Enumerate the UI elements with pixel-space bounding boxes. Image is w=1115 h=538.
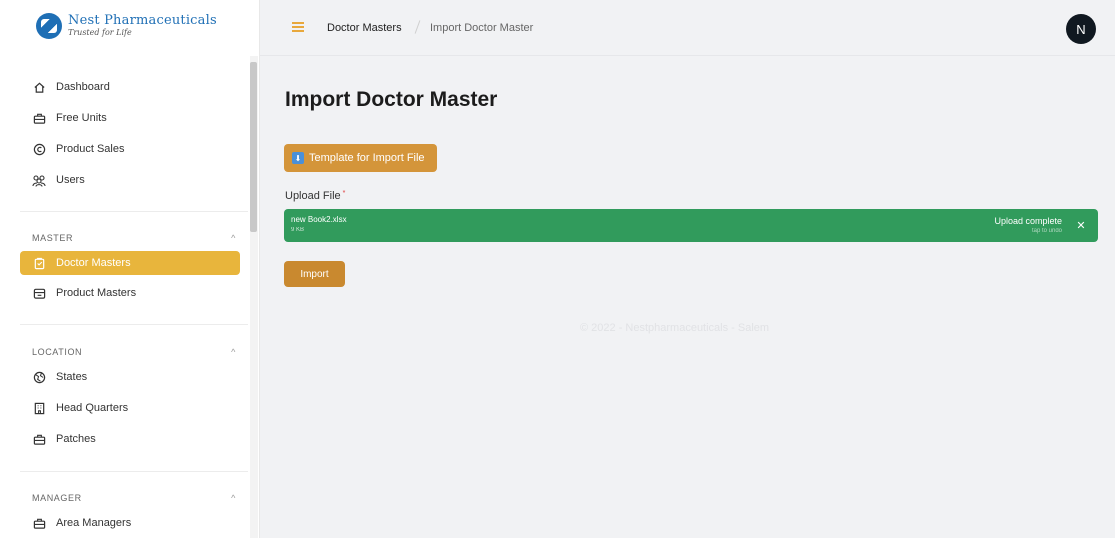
undo-hint[interactable]: tap to undo	[1032, 228, 1062, 234]
sidebar-item-head-quarters[interactable]: Head Quarters	[20, 396, 240, 420]
sidebar-item-doctor-masters[interactable]: Doctor Masters	[20, 251, 240, 275]
sidebar-item-label: Head Quarters	[56, 402, 129, 414]
sidebar-item-area-managers[interactable]: Area Managers	[20, 511, 240, 535]
sidebar-item-label: Product Masters	[56, 287, 137, 299]
sidebar-item-label: Users	[56, 174, 85, 186]
sidebar-item-product-sales[interactable]: Product Sales	[20, 137, 240, 161]
footer-copyright: © 2022 - Nestpharmaceuticals - Salem	[580, 322, 770, 334]
sidebar-item-label: Area Managers	[56, 517, 132, 529]
globe-icon	[32, 370, 46, 384]
page-title: Import Doctor Master	[285, 88, 498, 111]
sidebar-item-patches[interactable]: Patches	[20, 427, 240, 451]
sidebar-item-dashboard[interactable]: Dashboard	[20, 75, 240, 99]
sidebar-item-label: Dashboard	[56, 81, 110, 93]
file-name: new Book2.xlsx	[291, 215, 347, 224]
section-header-location[interactable]: LOCATION ^	[32, 347, 236, 357]
building-icon	[32, 401, 46, 415]
section-title: LOCATION	[32, 347, 83, 357]
file-size: 9 KB	[291, 227, 305, 233]
import-button[interactable]: Import	[284, 261, 345, 287]
sidebar-divider	[20, 471, 248, 472]
download-template-button[interactable]: ⬇ Template for Import File	[284, 144, 437, 172]
briefcase-icon	[32, 432, 46, 446]
sidebar-item-states[interactable]: States	[20, 365, 240, 389]
upload-status: Upload complete	[994, 216, 1062, 226]
download-icon: ⬇	[292, 152, 304, 164]
section-title: MASTER	[32, 233, 74, 243]
brand-name: Nest Pharmaceuticals	[68, 13, 217, 28]
upload-label-text: Upload File	[285, 190, 341, 202]
home-icon	[32, 80, 46, 94]
menu-toggle-icon[interactable]	[292, 22, 304, 32]
section-title: MANAGER	[32, 493, 82, 503]
sidebar-divider	[20, 211, 248, 212]
sidebar-item-label: Patches	[56, 433, 96, 445]
uploaded-file-item[interactable]: new Book2.xlsx 9 KB Upload complete tap …	[284, 209, 1098, 242]
sidebar-item-label: Free Units	[56, 112, 107, 124]
chevron-up-icon: ^	[231, 493, 236, 503]
template-button-label: Template for Import File	[309, 152, 425, 164]
briefcase-icon	[32, 516, 46, 530]
copyright-icon	[32, 142, 46, 156]
brand-logo[interactable]: Nest Pharmaceuticals Trusted for Life	[36, 12, 217, 40]
top-header: Doctor Masters Import Doctor Master N	[260, 0, 1115, 56]
sidebar-item-label: Doctor Masters	[56, 257, 131, 269]
sidebar-item-label: Product Sales	[56, 143, 125, 155]
sidebar: Nest Pharmaceuticals Trusted for Life Da…	[0, 0, 260, 538]
breadcrumb-separator	[414, 20, 421, 34]
briefcase-icon	[32, 111, 46, 125]
sidebar-item-free-units[interactable]: Free Units	[20, 106, 240, 130]
breadcrumb-current: Import Doctor Master	[430, 22, 534, 34]
box-icon	[32, 286, 46, 300]
section-header-manager[interactable]: MANAGER ^	[32, 493, 236, 503]
section-header-master[interactable]: MASTER ^	[32, 233, 236, 243]
clipboard-icon	[32, 256, 46, 270]
upload-file-label: Upload File *	[285, 190, 345, 202]
required-mark: *	[342, 190, 346, 197]
chevron-up-icon: ^	[231, 347, 236, 357]
users-icon	[32, 173, 46, 187]
user-avatar[interactable]: N	[1066, 14, 1096, 44]
sidebar-scrollbar[interactable]	[250, 62, 257, 232]
sidebar-divider	[20, 324, 248, 325]
sidebar-item-label: States	[56, 371, 88, 383]
logo-icon	[36, 13, 62, 39]
sidebar-item-product-masters[interactable]: Product Masters	[20, 281, 240, 305]
sidebar-item-users[interactable]: Users	[20, 168, 240, 192]
brand-tagline: Trusted for Life	[68, 28, 132, 37]
chevron-up-icon: ^	[231, 233, 236, 243]
breadcrumb-link[interactable]: Doctor Masters	[327, 22, 402, 34]
remove-file-button[interactable]: ✕	[1074, 218, 1088, 232]
